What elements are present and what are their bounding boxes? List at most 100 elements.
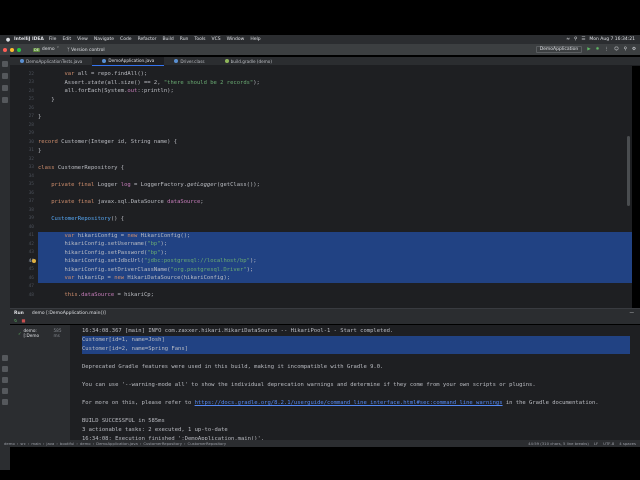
code-line[interactable]: private final javax.sql.DataSource dataS… <box>38 198 632 207</box>
breadcrumb-item[interactable]: main <box>31 441 41 446</box>
window-zoom-button[interactable] <box>17 47 21 52</box>
code-line[interactable]: class CustomerRepository { <box>38 164 632 173</box>
code-line[interactable] <box>38 223 632 232</box>
code-line[interactable]: all.forEach(System.out::println); <box>38 87 632 96</box>
indent-setting[interactable]: 4 spaces <box>619 441 636 446</box>
code-line[interactable]: hikariConfig.setJdbcUrl("jdbc:postgresql… <box>38 257 632 266</box>
window-minimize-button[interactable] <box>10 47 14 52</box>
code-line[interactable]: var hikariConfig = new HikariConfig(); <box>38 231 632 240</box>
code-line[interactable]: Assert.state(all.size() == 2, "there sho… <box>38 79 632 88</box>
docs-link[interactable]: https://docs.gradle.org/8.2.1/userguide/… <box>195 400 503 406</box>
version-control-menu[interactable]: ᛉ Version control <box>67 47 105 53</box>
line-number-gutter[interactable]: 22 23 24 25 26 27 28 29 30 31 32 33 34 35 36 37 38 39 40 41… <box>10 66 38 308</box>
debug-icon[interactable]: ✸ <box>596 47 600 52</box>
line-number[interactable]: 40 <box>10 225 34 230</box>
trash-icon[interactable] <box>2 399 8 405</box>
menu-vcs[interactable]: VCS <box>212 37 221 42</box>
run-tab[interactable]: demo [:DemoApplication.main()] <box>32 311 106 316</box>
menu-file[interactable]: File <box>49 37 57 42</box>
more-actions-icon[interactable]: ⋮ <box>604 47 609 52</box>
tab-demo-application[interactable]: DemoApplication.java <box>92 56 165 66</box>
line-number[interactable]: 41 <box>10 233 34 238</box>
structure-tool-icon[interactable] <box>2 85 8 91</box>
run-icon[interactable]: ▶ <box>587 47 590 52</box>
code-line[interactable] <box>38 155 632 164</box>
breadcrumb-item[interactable]: DemoApplication.java <box>96 441 138 446</box>
menu-build[interactable]: Build <box>162 37 173 42</box>
breadcrumb-item[interactable]: CustomerRepository <box>188 441 227 446</box>
code-editor[interactable]: 22 23 24 25 26 27 28 29 30 31 32 33 34 35 36 37 38 39 40 41… <box>10 66 632 308</box>
line-number[interactable]: 31 <box>10 148 34 153</box>
menu-window[interactable]: Window <box>227 37 245 42</box>
line-number[interactable]: 47 <box>10 284 34 289</box>
minimize-icon[interactable]: — <box>630 311 635 316</box>
code-line[interactable]: var hikariCp = new HikariDataSource(hika… <box>38 274 632 283</box>
code-line[interactable] <box>38 206 632 215</box>
line-number[interactable]: 24 <box>10 89 34 94</box>
code-line[interactable]: hikariConfig.setUsername("bp"); <box>38 240 632 249</box>
line-number[interactable]: 34 <box>10 174 34 179</box>
menu-tools[interactable]: Tools <box>194 37 205 42</box>
code-line[interactable]: CustomerRepository() { <box>38 215 632 224</box>
filter-icon[interactable] <box>2 355 8 361</box>
line-number[interactable]: 37 <box>10 199 34 204</box>
line-number[interactable]: 43 <box>10 250 34 255</box>
intention-bulb-icon[interactable] <box>32 259 36 263</box>
line-number[interactable]: 33 <box>10 165 34 170</box>
menu-help[interactable]: Help <box>250 37 260 42</box>
breadcrumb-item[interactable]: demo <box>80 441 91 446</box>
code-line[interactable] <box>38 189 632 198</box>
code-line[interactable]: } <box>38 113 632 122</box>
code-line[interactable] <box>38 283 632 292</box>
code-line[interactable]: hikariConfig.setPassword("bp"); <box>38 248 632 257</box>
menu-run[interactable]: Run <box>180 37 189 42</box>
control-center-icon[interactable]: ☰ <box>581 37 585 42</box>
commit-tool-icon[interactable] <box>2 73 8 79</box>
code-line[interactable]: this.dataSource = hikariCp; <box>38 291 632 300</box>
line-number[interactable]: 45 <box>10 267 34 272</box>
code-line[interactable] <box>38 121 632 130</box>
menu-view[interactable]: View <box>77 37 88 42</box>
menu-navigate[interactable]: Navigate <box>94 37 114 42</box>
breadcrumb-item[interactable]: bootiful <box>60 441 74 446</box>
caret-position[interactable]: 44:59 (310 chars, 5 line breaks) <box>528 441 589 446</box>
line-number[interactable]: 44 <box>10 259 34 264</box>
settings-icon[interactable]: ⚙ <box>632 47 636 52</box>
scroll-end-icon[interactable] <box>2 377 8 383</box>
rerun-icon[interactable]: ↻ <box>14 318 18 323</box>
breadcrumb-item[interactable]: CustomerRepository <box>143 441 182 446</box>
more-tools-icon[interactable] <box>2 97 8 103</box>
user-icon[interactable]: ☺ <box>614 47 619 52</box>
line-number[interactable]: 28 <box>10 123 34 128</box>
line-number[interactable]: 38 <box>10 208 34 213</box>
line-number[interactable]: 32 <box>10 157 34 162</box>
line-number[interactable]: 42 <box>10 242 34 247</box>
line-number[interactable]: 39 <box>10 216 34 221</box>
breadcrumb-item[interactable]: src <box>20 441 26 446</box>
line-number[interactable]: 29 <box>10 131 34 136</box>
line-number[interactable]: 36 <box>10 191 34 196</box>
line-number[interactable]: 27 <box>10 114 34 119</box>
wrap-icon[interactable] <box>2 366 8 372</box>
tab-build-gradle[interactable]: build.gradle (demo) <box>215 57 282 65</box>
line-number[interactable]: 23 <box>10 80 34 85</box>
code-line[interactable]: private final Logger log = LoggerFactory… <box>38 181 632 190</box>
line-number[interactable]: 48 <box>10 293 34 298</box>
run-tree-node[interactable]: ✓ demo: [:Demo 585 ms <box>18 328 70 338</box>
window-close-button[interactable] <box>3 47 7 52</box>
line-number[interactable]: 25 <box>10 97 34 102</box>
wifi-icon[interactable]: ≈ <box>566 37 570 42</box>
line-number[interactable]: 30 <box>10 140 34 145</box>
line-separator[interactable]: LF <box>594 441 598 446</box>
code-line[interactable] <box>38 104 632 113</box>
editor-scrollbar[interactable] <box>627 136 630 206</box>
code-line[interactable]: var all = repo.findAll(); <box>38 70 632 79</box>
app-name-menu[interactable]: IntelliJ IDEA <box>14 37 44 42</box>
breadcrumb-item[interactable]: demo <box>4 441 15 446</box>
stop-icon[interactable]: ■ <box>22 318 26 323</box>
apple-icon[interactable]: ● <box>5 37 11 43</box>
file-encoding[interactable]: UTF-8 <box>603 441 614 446</box>
line-number[interactable]: 35 <box>10 182 34 187</box>
menu-edit[interactable]: Edit <box>62 37 71 42</box>
menu-refactor[interactable]: Refactor <box>138 37 157 42</box>
